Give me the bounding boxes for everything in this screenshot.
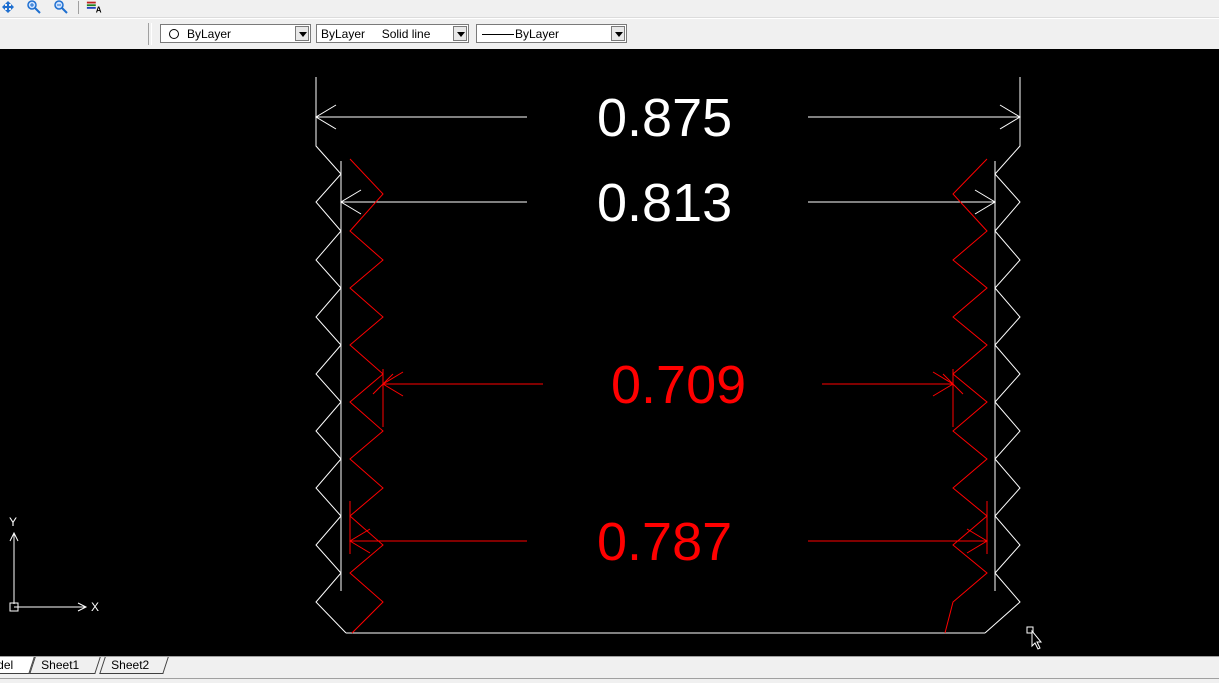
tab-label: del xyxy=(0,658,14,672)
color-control-dropdown[interactable]: ByLayer xyxy=(160,24,311,43)
dimension-text-0875[interactable]: 0.875 xyxy=(597,91,732,145)
dimension-text-0787[interactable]: 0.787 xyxy=(597,515,732,569)
zoom-realtime-icon[interactable] xyxy=(26,0,42,14)
dimension-text-0709[interactable]: 0.709 xyxy=(611,358,746,412)
linetype-control-dropdown[interactable]: ByLayer Solid line xyxy=(316,24,469,43)
status-divider xyxy=(0,678,1219,679)
chevron-down-icon[interactable] xyxy=(453,26,467,41)
color-value: ByLayer xyxy=(187,27,232,41)
properties-toolbar: ByLayer ByLayer Solid line ByLayer xyxy=(0,18,1219,50)
right-red-zigzag xyxy=(944,158,988,634)
left-red-zigzag xyxy=(349,158,384,634)
chevron-down-icon[interactable] xyxy=(295,26,309,41)
cursor-arrow-icon xyxy=(1031,629,1043,650)
lineweight-control-dropdown[interactable]: ByLayer xyxy=(476,24,627,43)
lineweight-value: ByLayer xyxy=(515,27,560,41)
dimension-text-0813[interactable]: 0.813 xyxy=(597,176,732,230)
toolbar-separator xyxy=(78,1,79,14)
zoom-previous-icon[interactable] xyxy=(53,0,69,14)
tab-label: Sheet2 xyxy=(111,658,150,672)
color-swatch-icon xyxy=(169,29,179,39)
linetype-value: ByLayer Solid line xyxy=(321,27,431,41)
standard-toolbar: A xyxy=(0,0,1219,18)
chevron-down-icon[interactable] xyxy=(611,26,625,41)
svg-text:A: A xyxy=(96,5,102,14)
tab-label: Sheet1 xyxy=(41,658,80,672)
pan-icon[interactable] xyxy=(0,0,16,14)
ucs-x-label: X xyxy=(91,600,100,614)
tab-sheet2[interactable]: Sheet2 xyxy=(99,657,169,674)
ucs-y-label: Y xyxy=(9,515,18,529)
text-style-icon[interactable]: A xyxy=(86,0,102,14)
ucs-icon xyxy=(9,531,88,612)
toolbar-grip[interactable] xyxy=(148,23,152,45)
lineweight-sample-icon xyxy=(482,34,514,35)
right-white-zigzag xyxy=(984,77,1021,634)
tab-sheet1[interactable]: Sheet1 xyxy=(29,657,101,674)
drawing-canvas[interactable]: 0.875 0.813 0.709 0.787 Y X xyxy=(0,49,1219,656)
